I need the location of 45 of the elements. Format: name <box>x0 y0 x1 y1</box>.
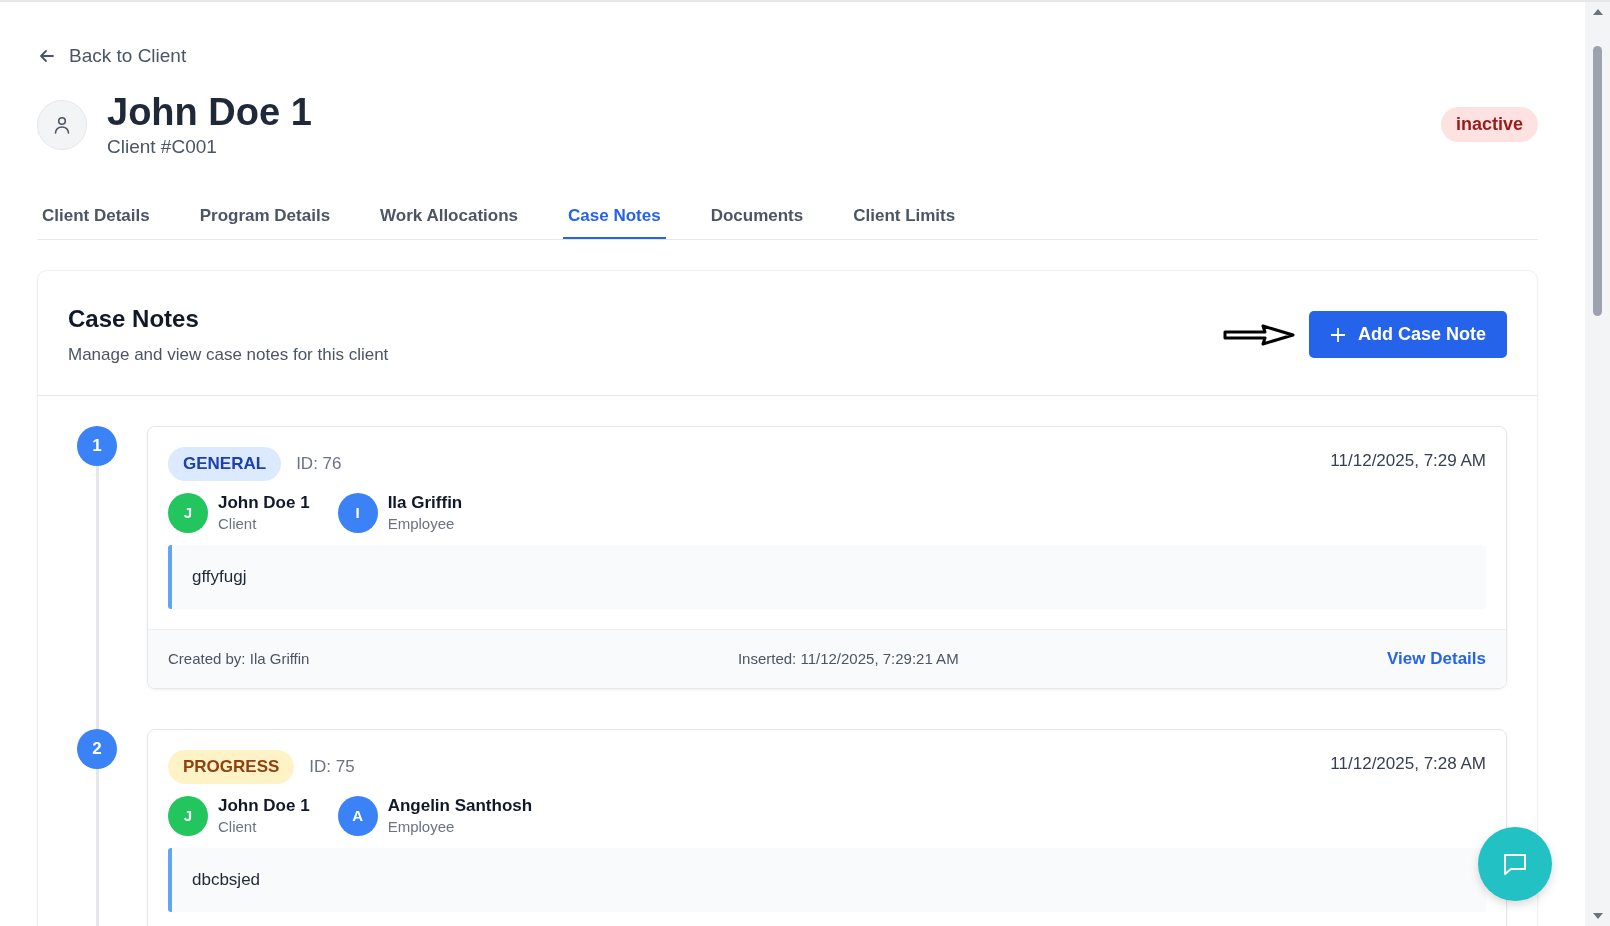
scroll-down-icon[interactable] <box>1591 912 1604 920</box>
back-link[interactable]: Back to Client <box>37 45 187 67</box>
section-subtitle: Manage and view case notes for this client <box>68 344 389 365</box>
tab[interactable]: Program Details <box>194 195 336 239</box>
initial-avatar: A <box>337 795 378 836</box>
created-by-text: Created by: Ila Griffin <box>168 650 310 668</box>
scrollbar-thumb[interactable] <box>1593 46 1602 316</box>
note-id: ID: 75 <box>309 756 355 777</box>
tab[interactable]: Work Allocations <box>375 195 523 239</box>
add-case-note-button[interactable]: Add Case Note <box>1308 311 1507 359</box>
initial-avatar: J <box>168 795 208 836</box>
client-name: John Doe 1 <box>107 92 313 134</box>
person-role: Employee <box>387 515 456 533</box>
category-badge: PROGRESS <box>168 749 295 784</box>
person-role: Employee <box>387 818 456 836</box>
note-id: ID: 76 <box>296 453 342 474</box>
scrollbar[interactable] <box>1585 2 1610 926</box>
step-number: 2 <box>77 728 117 769</box>
initial-avatar: J <box>168 492 208 533</box>
tab[interactable]: Client Details <box>37 195 155 239</box>
view-details-link[interactable]: View Details <box>1387 648 1486 669</box>
person-role: Client <box>218 515 258 533</box>
status-badge: inactive <box>1440 107 1538 143</box>
section-title: Case Notes <box>68 304 200 333</box>
person-name: John Doe 1 <box>218 796 310 817</box>
client-number: Client #C001 <box>107 135 218 158</box>
scroll-up-icon[interactable] <box>1591 8 1604 16</box>
plus-icon <box>1329 326 1346 343</box>
inserted-text: Inserted: 11/12/2025, 7:29:21 AM <box>737 650 959 668</box>
category-badge: GENERAL <box>168 446 282 481</box>
note-timestamp: 11/12/2025, 7:28 AM <box>1330 753 1486 774</box>
chat-button[interactable] <box>1478 827 1552 901</box>
initial-avatar: I <box>337 492 378 533</box>
tab[interactable]: Client Limits <box>848 195 961 239</box>
note-timestamp: 11/12/2025, 7:29 AM <box>1330 450 1486 471</box>
note-text: dbcbsjed <box>168 847 1486 912</box>
step-number: 1 <box>77 425 117 466</box>
tab[interactable]: Case Notes <box>563 195 666 239</box>
client-avatar-icon <box>37 99 87 150</box>
person-name: Angelin Santhosh <box>387 796 533 817</box>
person-role: Client <box>218 818 258 836</box>
tab[interactable]: Documents <box>705 195 809 239</box>
person-name: John Doe 1 <box>218 493 310 514</box>
person-name: Ila Griffin <box>387 493 463 514</box>
note-text: gffyfugj <box>168 544 1486 609</box>
